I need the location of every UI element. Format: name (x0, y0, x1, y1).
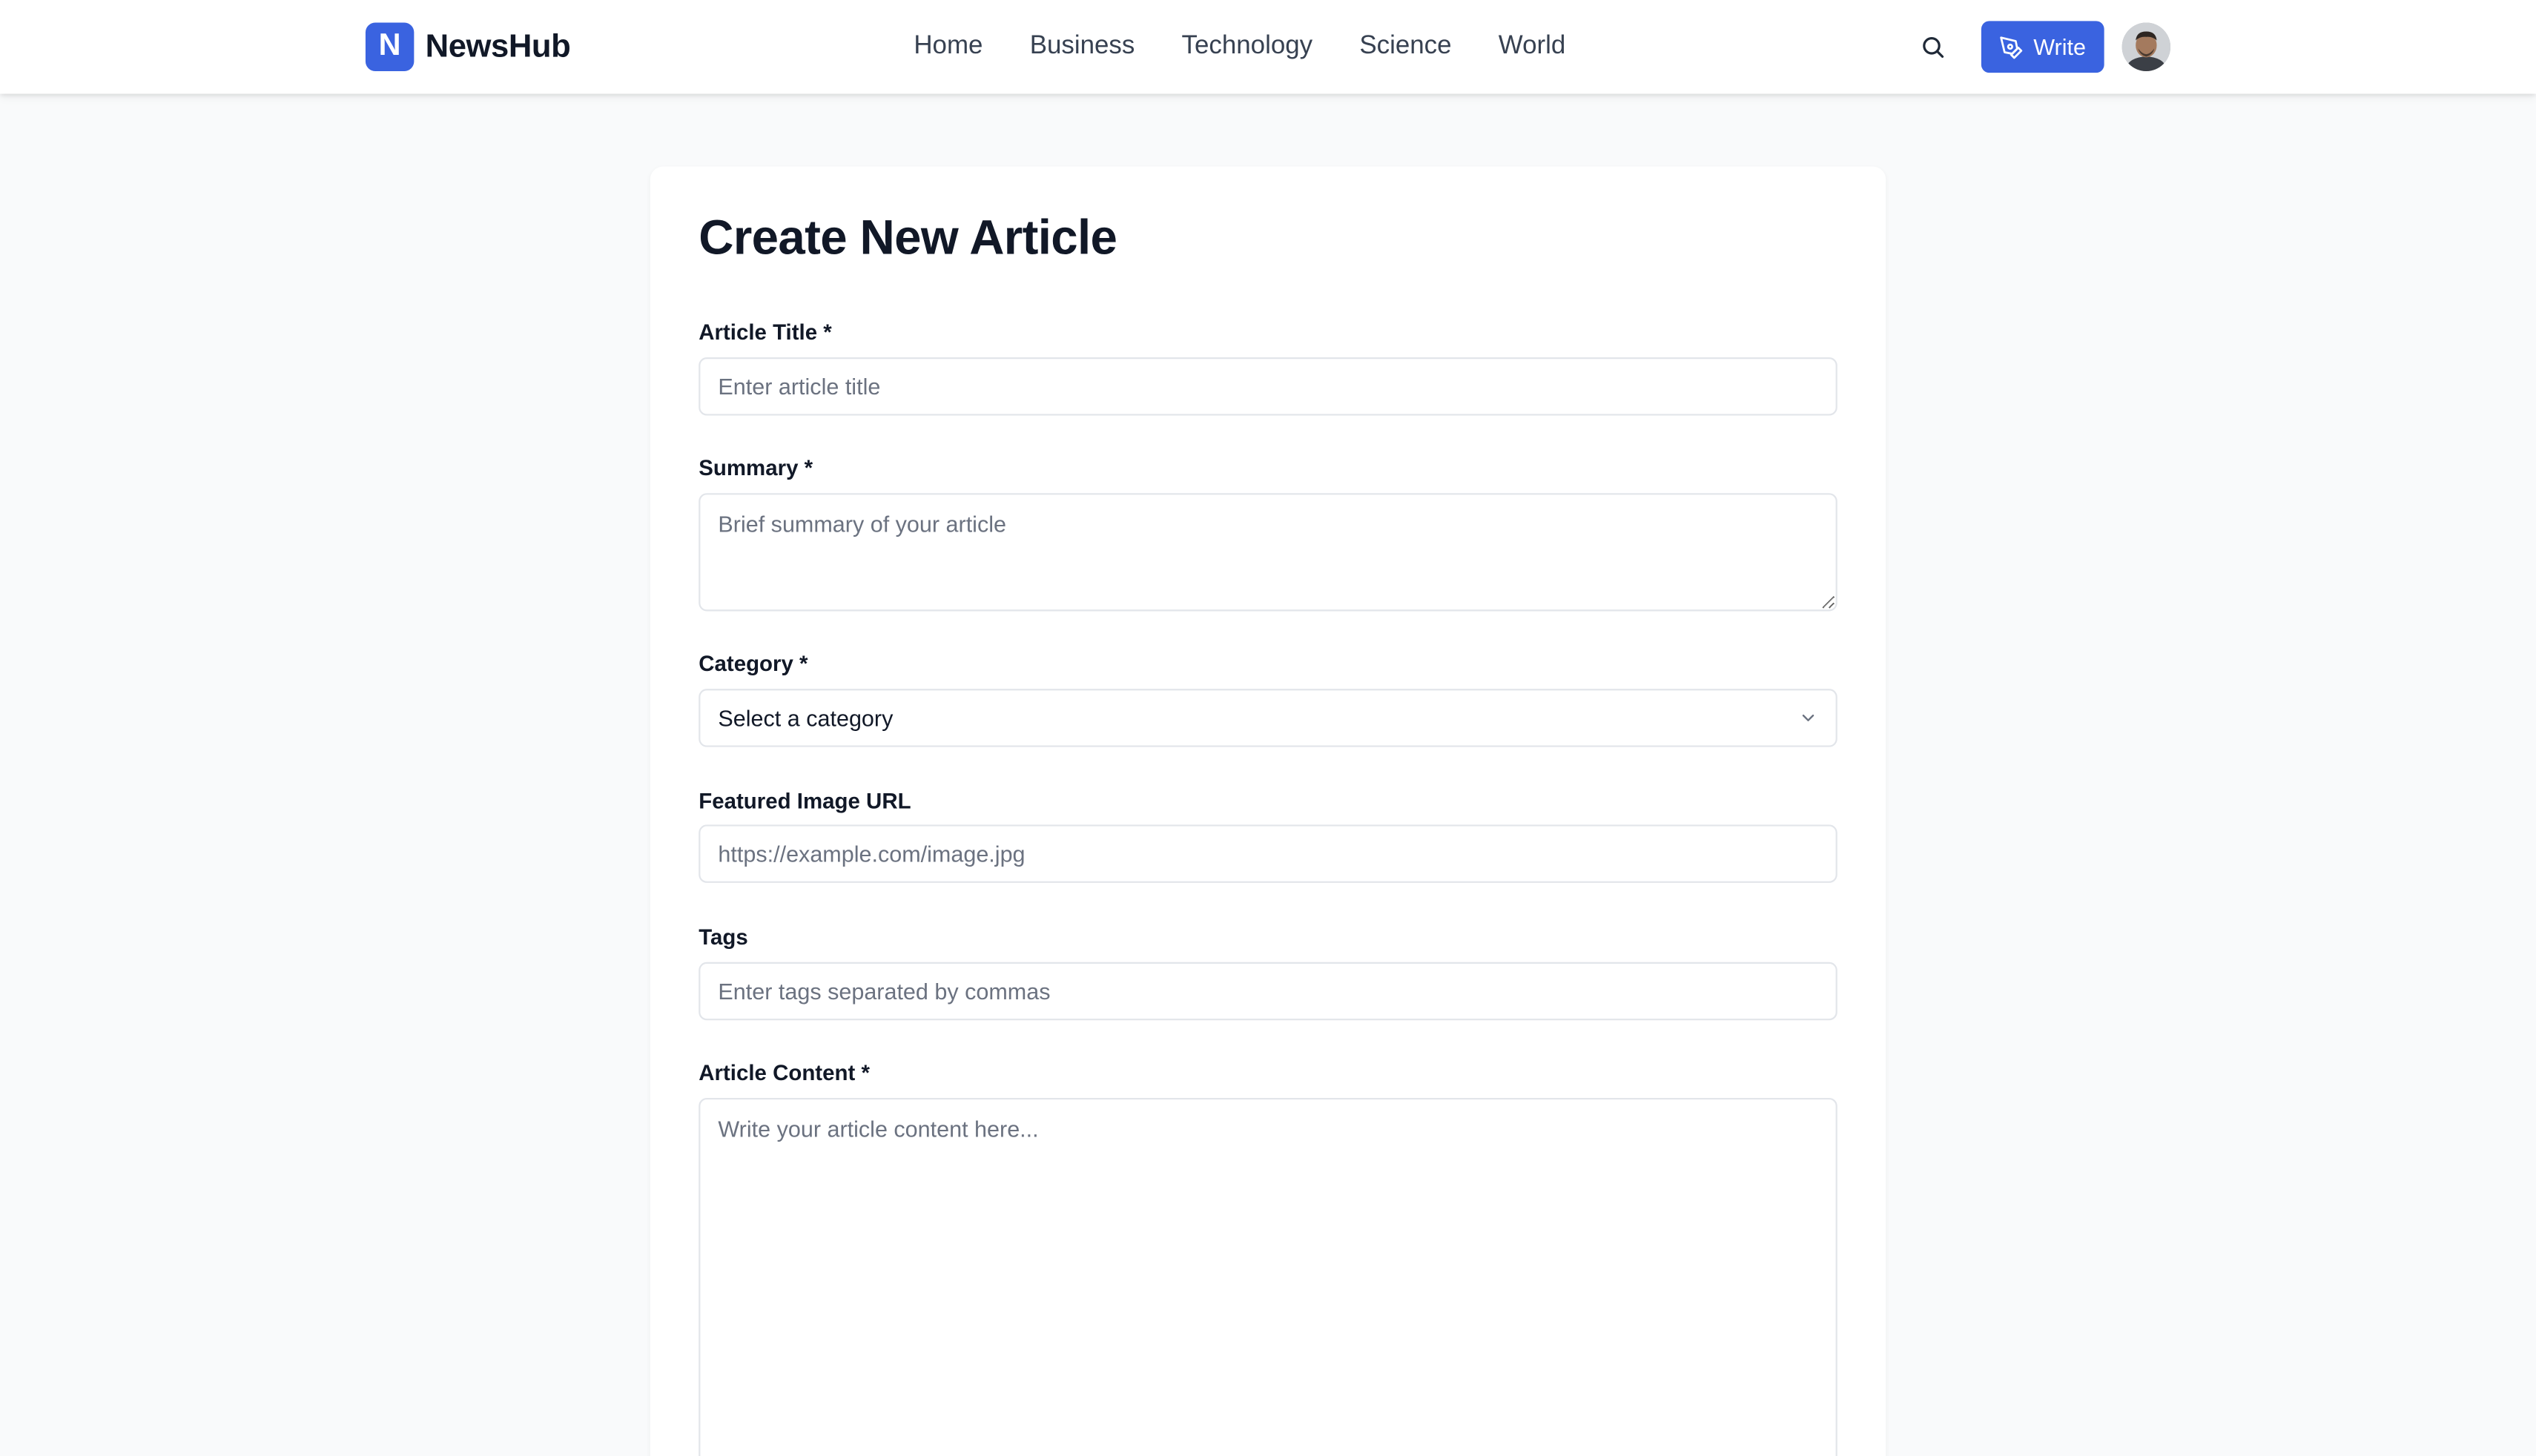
pen-tool-icon (2000, 36, 2023, 59)
search-icon (1923, 37, 1944, 58)
category-select[interactable]: Select a category (699, 689, 1837, 747)
tags-input[interactable] (699, 962, 1837, 1021)
article-title-input[interactable] (699, 357, 1837, 416)
nav-item-technology[interactable]: Technology (1182, 33, 1313, 62)
article-content-textarea[interactable] (699, 1097, 1837, 1456)
avatar-image (2121, 22, 2171, 71)
page-stage: N NewsHub Home Business Technology Scien… (0, 0, 2536, 1456)
write-button[interactable]: Write (1981, 21, 2104, 73)
article-title-label: Article Title * (699, 320, 832, 345)
nav-item-business[interactable]: Business (1030, 33, 1135, 62)
site-logo[interactable]: N NewsHub (365, 22, 571, 71)
nav-item-science[interactable]: Science (1359, 33, 1451, 62)
summary-textarea[interactable] (699, 493, 1837, 612)
featured-image-url-label: Featured Image URL (699, 789, 911, 814)
write-button-label: Write (2033, 33, 2086, 60)
top-header: N NewsHub Home Business Technology Scien… (0, 0, 2536, 94)
chevron-down-icon (1802, 714, 1815, 721)
category-selected-value: Select a category (718, 704, 894, 731)
page-title: Create New Article (699, 211, 1117, 265)
user-avatar[interactable] (2121, 22, 2171, 71)
summary-label: Summary * (699, 456, 813, 480)
featured-image-url-input[interactable] (699, 824, 1837, 883)
nav-item-home[interactable]: Home (914, 33, 983, 62)
article-content-label: Article Content * (699, 1060, 870, 1085)
site-name: NewsHub (425, 28, 571, 64)
create-article-card: Create New Article Article Title * Summa… (650, 166, 1886, 1456)
category-label: Category * (699, 651, 808, 676)
tags-label: Tags (699, 924, 748, 950)
logo-mark: N (365, 22, 415, 71)
main-nav: Home Business Technology Science World (914, 0, 1565, 94)
nav-item-world[interactable]: World (1499, 33, 1566, 62)
search-button[interactable] (1912, 26, 1954, 68)
